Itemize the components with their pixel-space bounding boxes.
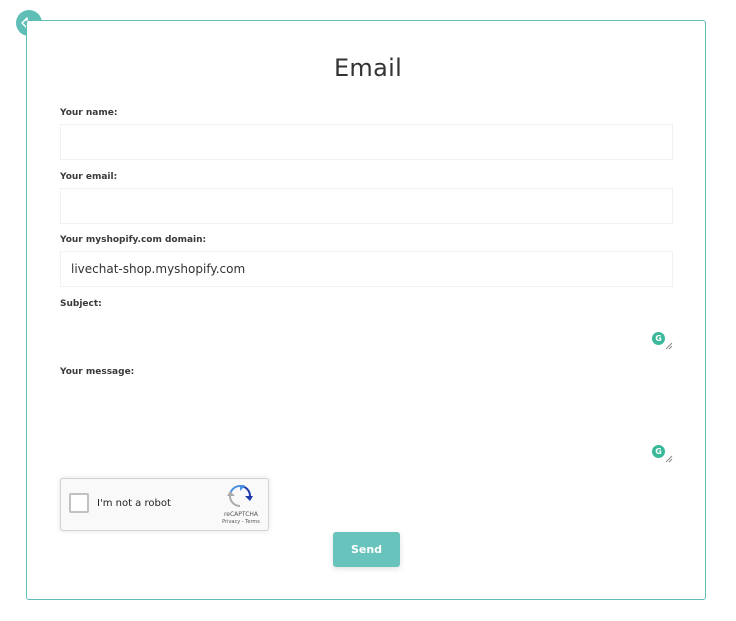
name-label: Your name: bbox=[60, 108, 118, 118]
grammarly-icon[interactable]: G bbox=[652, 332, 665, 345]
domain-input[interactable] bbox=[60, 251, 673, 287]
recaptcha-widget: I'm not a robot reCAPTCHA Privacy - Term… bbox=[60, 478, 269, 531]
recaptcha-logo-icon bbox=[227, 485, 253, 507]
recaptcha-checkbox[interactable] bbox=[69, 493, 89, 513]
subject-textarea[interactable] bbox=[60, 314, 673, 352]
message-label: Your message: bbox=[60, 367, 135, 377]
send-button[interactable]: Send bbox=[333, 532, 400, 567]
recaptcha-privacy-terms-link[interactable]: Privacy - Terms bbox=[211, 519, 271, 525]
email-input[interactable] bbox=[60, 188, 673, 224]
grammarly-letter: G bbox=[655, 334, 662, 343]
subject-label: Subject: bbox=[60, 299, 102, 309]
recaptcha-label: I'm not a robot bbox=[97, 498, 171, 509]
page-title: Email bbox=[333, 54, 403, 82]
message-textarea[interactable] bbox=[60, 382, 673, 464]
grammarly-letter: G bbox=[655, 447, 662, 456]
recaptcha-brand: reCAPTCHA bbox=[223, 511, 259, 518]
email-label: Your email: bbox=[60, 172, 118, 182]
resize-handle-icon[interactable] bbox=[665, 342, 673, 350]
domain-label: Your myshopify.com domain: bbox=[60, 235, 207, 245]
grammarly-icon[interactable]: G bbox=[652, 445, 665, 458]
name-input[interactable] bbox=[60, 124, 673, 160]
resize-handle-icon[interactable] bbox=[665, 455, 673, 463]
